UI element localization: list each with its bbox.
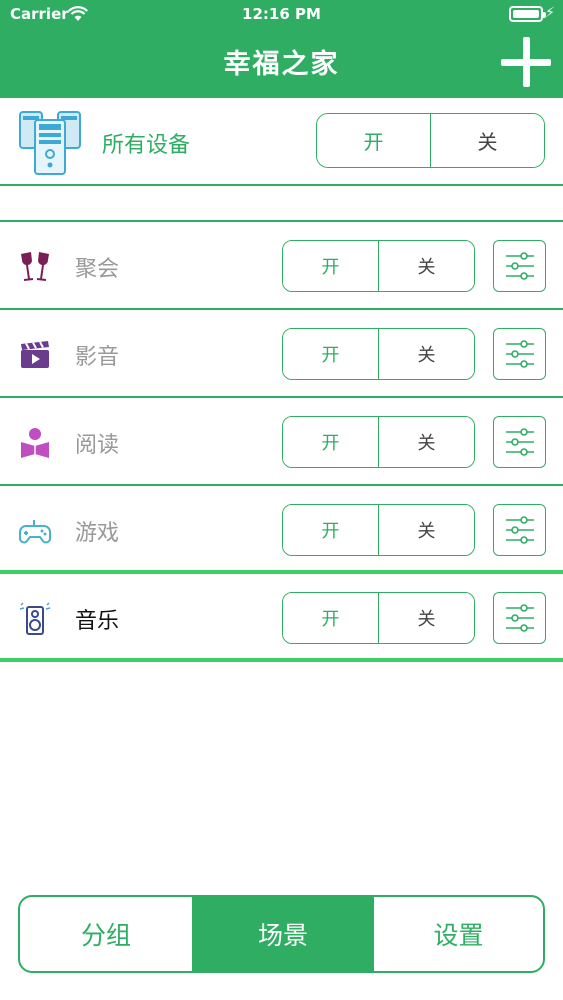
charging-icon: ⚡	[545, 5, 555, 21]
wine-glasses-icon	[21, 252, 49, 281]
scene-switch: 开 关	[282, 592, 475, 644]
scene-settings-button[interactable]	[493, 328, 546, 380]
reader-icon	[21, 428, 49, 458]
scene-settings-button[interactable]	[493, 592, 546, 644]
scene-row-music: 音乐 开 关	[0, 574, 563, 662]
devices-icon	[19, 111, 81, 175]
scene-switch: 开 关	[282, 416, 475, 468]
scene-row-party: 聚会 开 关	[0, 222, 563, 310]
scene-on-button[interactable]: 开	[283, 329, 378, 379]
add-button[interactable]	[501, 37, 551, 87]
scene-label: 影音	[75, 345, 120, 370]
all-on-button[interactable]: 开	[317, 114, 430, 167]
sliders-icon	[506, 604, 534, 632]
scene-off-button[interactable]: 关	[378, 329, 474, 379]
scene-on-button[interactable]: 开	[283, 505, 378, 555]
scene-on-button[interactable]: 开	[283, 593, 378, 643]
scene-settings-button[interactable]	[493, 240, 546, 292]
scene-off-button[interactable]: 关	[378, 241, 474, 291]
sliders-icon	[506, 516, 534, 544]
gamepad-icon	[19, 520, 51, 544]
scene-row-game: 游戏 开 关	[0, 486, 563, 574]
scene-switch: 开 关	[282, 240, 475, 292]
clock: 12:16 PM	[242, 5, 321, 23]
tab-bar: 分组 场景 设置	[18, 895, 545, 973]
scene-list: 聚会 开 关 影音 开 关 阅读 开 关 游戏 开 关 音乐 开 关	[0, 220, 563, 662]
scene-off-button[interactable]: 关	[378, 417, 474, 467]
scene-row-reading: 阅读 开 关	[0, 398, 563, 486]
scene-switch: 开 关	[282, 504, 475, 556]
scene-label: 聚会	[75, 257, 120, 282]
sliders-icon	[506, 340, 534, 368]
all-devices-switch: 开 关	[316, 113, 545, 168]
battery-icon	[509, 6, 546, 22]
scene-label: 游戏	[75, 521, 120, 546]
speaker-icon	[19, 602, 51, 635]
scene-row-movie: 影音 开 关	[0, 310, 563, 398]
sliders-icon	[506, 428, 534, 456]
scene-off-button[interactable]: 关	[378, 505, 474, 555]
tab-scenes[interactable]: 场景	[194, 897, 372, 971]
scene-settings-button[interactable]	[493, 504, 546, 556]
scene-switch: 开 关	[282, 328, 475, 380]
all-off-button[interactable]: 关	[430, 114, 544, 167]
tab-settings[interactable]: 设置	[372, 897, 543, 971]
clapperboard-icon	[21, 341, 49, 368]
scene-label: 阅读	[75, 433, 120, 458]
tab-groups[interactable]: 分组	[20, 897, 194, 971]
scene-settings-button[interactable]	[493, 416, 546, 468]
status-bar: Carrier 12:16 PM ⚡	[0, 0, 563, 30]
scene-on-button[interactable]: 开	[283, 241, 378, 291]
scene-on-button[interactable]: 开	[283, 417, 378, 467]
page-title: 幸福之家	[223, 49, 340, 80]
all-devices-row: 所有设备 开 关	[0, 98, 563, 186]
navigation-bar: Carrier 12:16 PM ⚡ 幸福之家	[0, 0, 563, 98]
sliders-icon	[506, 252, 534, 280]
scene-label: 音乐	[75, 609, 120, 634]
scene-off-button[interactable]: 关	[378, 593, 474, 643]
all-devices-label: 所有设备	[102, 133, 191, 158]
